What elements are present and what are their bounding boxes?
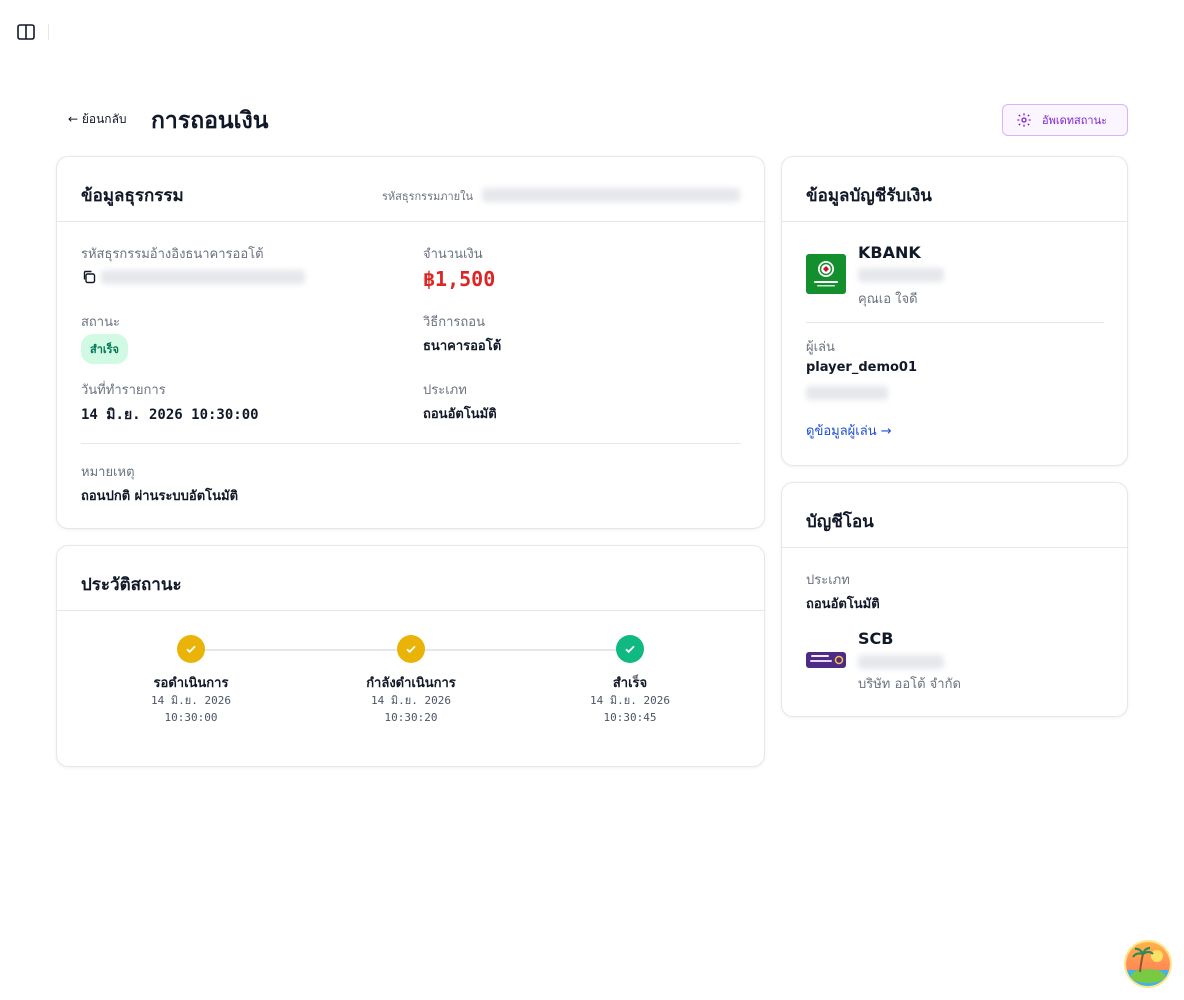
receiving-bank-name: KBANK xyxy=(858,243,921,262)
page-title: การถอนเงิน xyxy=(151,108,269,134)
ref-id-label: รหัสธุรกรรมอ้างอิงธนาคารออโต้ xyxy=(81,247,264,262)
timeline-step-date: 14 มิ.ย. 2026 xyxy=(371,694,451,707)
view-player-link[interactable]: ดูข้อมูลผู้เล่น → xyxy=(806,420,892,441)
transfer-card-title: บัญชีโอน xyxy=(806,512,874,532)
player-label: ผู้เล่น xyxy=(806,340,835,355)
timeline-step-time: 10:30:20 xyxy=(384,711,438,724)
transfer-bank-name: SCB xyxy=(858,629,894,648)
gear-icon xyxy=(1017,113,1031,127)
timeline-step-dot xyxy=(177,635,205,663)
date-label: วันที่ทำรายการ xyxy=(81,383,166,398)
timeline-step-label: กำลังดำเนินการ xyxy=(366,676,456,691)
receiving-divider xyxy=(806,322,1104,323)
transfer-company-name: บริษัท ออโต้ จำกัด xyxy=(858,677,961,692)
receiving-account-number xyxy=(858,268,944,282)
ref-id-value xyxy=(101,270,305,284)
scb-logo xyxy=(806,652,846,668)
timeline-step-dot xyxy=(616,635,644,663)
page-header: ← ย้อนกลับ การถอนเงิน อัพเดทสถานะ xyxy=(56,96,1128,140)
history-card-title: ประวัติสถานะ xyxy=(81,575,182,595)
transfer-type-label: ประเภท xyxy=(806,573,850,588)
date-value: 14 มิ.ย. 2026 10:30:00 xyxy=(81,407,259,423)
receiving-account-holder: คุณเอ ใจดี xyxy=(858,292,918,307)
transaction-divider xyxy=(81,443,741,444)
check-icon xyxy=(625,645,635,654)
transfer-card-header: บัญชีโอน xyxy=(782,483,1127,548)
transaction-info-card: ข้อมูลธุรกรรม รหัสธุรกรรมภายใน รหัสธุรกร… xyxy=(56,156,765,529)
check-icon xyxy=(406,645,416,654)
back-link[interactable]: ← ย้อนกลับ xyxy=(68,110,127,129)
history-card-header: ประวัติสถานะ xyxy=(57,546,764,611)
transfer-account-number xyxy=(858,655,944,669)
transfer-type-value: ถอนอัตโนมัติ xyxy=(806,597,880,612)
timeline-step-date: 14 มิ.ย. 2026 xyxy=(151,694,231,707)
topbar-divider xyxy=(48,24,49,40)
receiving-account-card: ข้อมูลบัญชีรับเงิน KBANK คุณเอ ใจดี ผู้เ… xyxy=(781,156,1128,466)
timeline-step-time: 10:30:45 xyxy=(603,711,657,724)
player-extra-info xyxy=(806,386,888,400)
status-badge: สำเร็จ xyxy=(81,334,129,364)
transfer-account-card: บัญชีโอน ประเภท ถอนอัตโนมัติ SCB บริษัท … xyxy=(781,482,1128,717)
update-status-label: อัพเดทสถานะ xyxy=(1042,114,1107,127)
note-value: ถอนปกติ ผ่านระบบอัตโนมัติ xyxy=(81,489,239,504)
kbank-logo xyxy=(806,254,846,294)
update-status-button[interactable]: อัพเดทสถานะ xyxy=(1002,104,1128,136)
transaction-card-title: ข้อมูลธุรกรรม xyxy=(81,186,184,206)
timeline-step-label: สำเร็จ xyxy=(612,676,648,691)
note-label: หมายเหตุ xyxy=(81,465,135,480)
type-label: ประเภท xyxy=(423,383,467,398)
top-bar xyxy=(0,0,1184,64)
check-icon xyxy=(186,645,196,654)
transaction-card-header: ข้อมูลธุรกรรม รหัสธุรกรรมภายใน xyxy=(57,157,764,222)
type-value: ถอนอัตโนมัติ xyxy=(423,407,497,422)
status-label: สถานะ xyxy=(81,315,120,330)
receiving-card-title: ข้อมูลบัญชีรับเงิน xyxy=(806,186,932,206)
internal-id-value xyxy=(482,188,740,202)
floating-assistant-avatar[interactable] xyxy=(1124,940,1172,988)
timeline-step-dot xyxy=(397,635,425,663)
sidebar-toggle-icon[interactable] xyxy=(17,24,35,40)
internal-id-label: รหัสธุรกรรมภายใน xyxy=(382,190,473,203)
method-value: ธนาคารออโต้ xyxy=(423,339,502,354)
palm-island-icon xyxy=(1126,942,1170,986)
player-name: player_demo01 xyxy=(806,360,918,375)
timeline-step-time: 10:30:00 xyxy=(164,711,218,724)
amount-value: ฿1,500 xyxy=(423,267,496,291)
timeline-step-label: รอดำเนินการ xyxy=(153,676,229,691)
copy-icon[interactable] xyxy=(82,269,96,284)
receiving-card-header: ข้อมูลบัญชีรับเงิน xyxy=(782,157,1127,222)
method-label: วิธีการถอน xyxy=(423,315,485,330)
status-history-card: ประวัติสถานะ รอดำเนินการ 14 มิ.ย. 2026 1… xyxy=(56,545,765,767)
amount-label: จำนวนเงิน xyxy=(423,247,483,262)
timeline-step-date: 14 มิ.ย. 2026 xyxy=(590,694,670,707)
